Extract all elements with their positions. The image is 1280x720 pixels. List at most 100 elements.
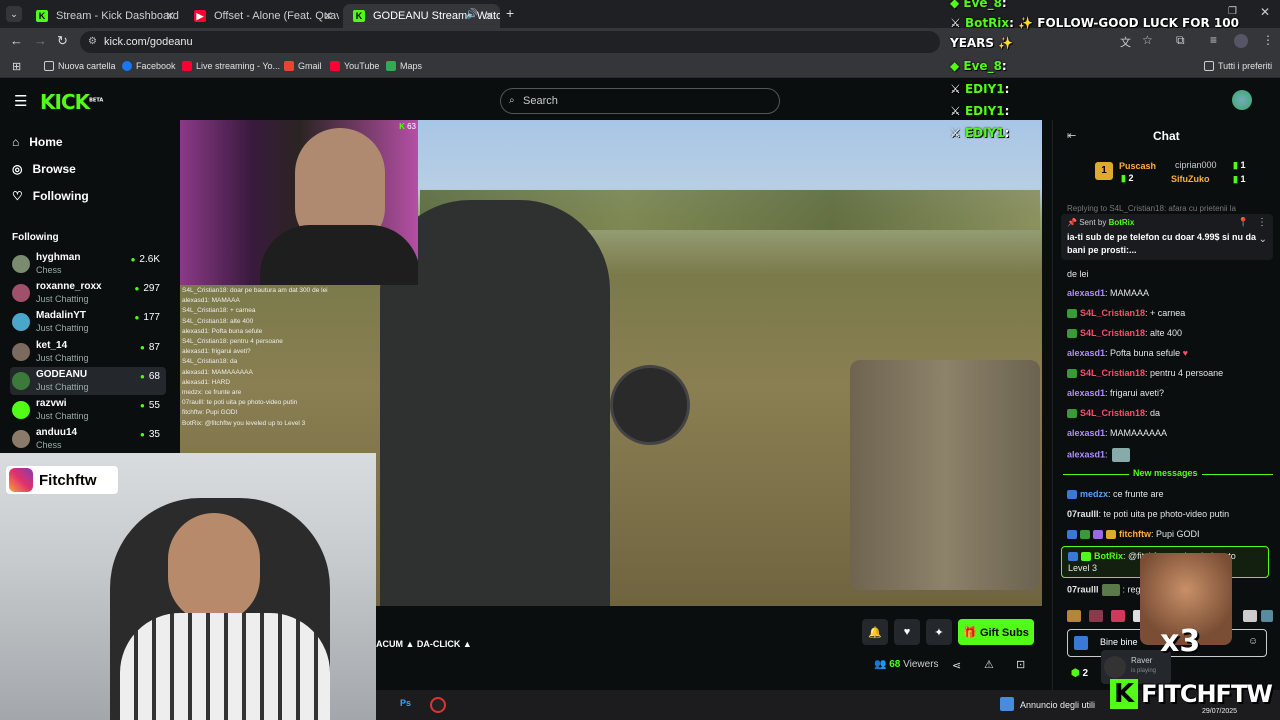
bookmark-facebook[interactable]: Facebook [122,61,176,71]
new-tab-button[interactable]: + [506,5,514,21]
report-icon[interactable]: ⚠ [984,658,994,671]
message-user[interactable]: S4L_Cristian18 [1080,408,1145,418]
message-text: : MAMAAAAAA [1105,428,1168,438]
sidebar-channel[interactable]: GODEANU Just Chatting 68 [10,367,166,395]
hamburger-menu-icon[interactable]: ☰ [14,92,27,110]
tab-kick-dashboard[interactable]: K Stream - Kick Dashboard ✕ [26,4,181,28]
avatar [12,372,30,390]
new-messages-divider[interactable]: New messages [1063,468,1273,480]
sidebar-channel[interactable]: anduu14 Chess 35 [10,425,166,453]
photoshop-taskbar-icon[interactable]: Ps [400,698,411,708]
overlay-text: : [1004,82,1010,96]
message-user[interactable]: medzx [1080,489,1108,499]
taskbar-notice[interactable]: Annuncio degli utili [1020,700,1095,710]
kick-logo[interactable]: KICKBETA [40,90,103,114]
channel-name: ket_14 [36,340,68,351]
nav-home[interactable]: ⌂ Home [12,135,63,149]
follow-heart-button[interactable]: ♥ [894,619,920,645]
viewer-count: 👥 68 Viewers [874,659,939,670]
share-icon[interactable]: ⋖ [952,659,961,672]
message-user[interactable]: alexasd1 [1067,449,1105,459]
channel-viewers: 87 [140,342,160,353]
message-user[interactable]: 07raulll [1067,584,1099,594]
message-user[interactable]: alexasd1 [1067,428,1105,438]
media-icon[interactable]: ≡ [1210,33,1217,47]
nav-following[interactable]: ♡ Following [12,189,89,203]
sidebar-channel[interactable]: ket_14 Just Chatting 87 [10,338,166,366]
sidebar-channel[interactable]: roxanne_roxx Just Chatting 297 [10,279,166,307]
message-user[interactable]: S4L_Cristian18 [1080,308,1145,318]
bookmark-gmail[interactable]: Gmail [284,61,322,71]
translate-icon[interactable]: 文 [1120,34,1131,50]
channel-name: razvwi [36,398,67,409]
emote-icon[interactable] [1243,610,1257,622]
speaker-icon[interactable]: 🔊 [466,9,478,20]
message-user[interactable]: alexasd1 [1067,288,1105,298]
tab-youtube-song[interactable]: ▶ Offset - Alone (Feat. Quavo) (P... ✕ [184,4,339,28]
more-icon[interactable]: ⋮ [1257,217,1267,228]
emote-icon[interactable] [1261,610,1273,622]
bookmark-folder[interactable]: Nuova cartella [44,61,116,71]
kick-emote-icon[interactable] [1074,636,1088,650]
apps-icon[interactable]: ⊞ [12,60,21,73]
back-icon[interactable]: ← [10,33,23,48]
bookmark-youtube[interactable]: YouTube [330,61,379,71]
sidebar-channel[interactable]: MadalinYT Just Chatting 177 [10,308,166,336]
bookmark-star-icon[interactable]: ☆ [1142,33,1153,47]
sidebar-channel[interactable]: hyghman Chess 2.6K [10,250,166,278]
message-user[interactable]: S4L_Cristian18 [1080,368,1145,378]
close-tab-icon[interactable]: ✕ [165,9,175,23]
message-user[interactable]: alexasd1 [1067,348,1105,358]
site-info-icon[interactable]: ⚙ [88,31,97,53]
message-user[interactable]: alexasd1 [1067,388,1105,398]
user-avatar[interactable] [1232,90,1252,110]
message-user[interactable]: BotRix [1094,551,1123,561]
chevron-down-icon[interactable]: ⌄ [1259,234,1267,245]
collapse-chat-icon[interactable]: ⇤ [1067,129,1076,142]
search-input[interactable]: ⌕ Search [500,88,780,114]
menu-icon[interactable]: ⋮ [1262,33,1274,47]
emote-icon[interactable] [1089,610,1103,622]
message-user[interactable]: S4L_Cristian18 [1080,328,1145,338]
notification-bell-button[interactable]: 🔔 [862,619,888,645]
leader-name: ciprian000 [1175,160,1217,170]
close-tab-icon[interactable]: ✕ [484,9,494,23]
profile-icon[interactable] [1234,34,1248,48]
message-user[interactable]: 07raulll [1067,509,1099,519]
bookmark-live-streaming[interactable]: Live streaming - Yo... [182,61,280,71]
avatar [1104,656,1126,678]
reload-icon[interactable]: ↻ [57,33,68,49]
bookmark-maps[interactable]: Maps [386,61,422,71]
avatar [12,255,30,273]
chat-message: alexasd1: [1067,448,1272,462]
emoji-picker-icon[interactable]: ☺ [1248,636,1258,647]
tab-godeanu-stream[interactable]: K GODEANU Stream - Watch... 🔊 ✕ [343,4,500,28]
kick-header: ☰ KICKBETA ⌕ Search [0,80,1280,120]
all-bookmarks[interactable]: Tutti i preferiti [1204,61,1272,71]
pinned-message[interactable]: 📌 Sent by BotRix ia-ti sub de pe telefon… [1061,214,1273,260]
emote-icon[interactable] [1111,610,1125,622]
boost-button[interactable]: ✦ [926,619,952,645]
overlay-user: EDIY1 [964,126,1005,140]
emote-icon[interactable] [1067,610,1081,622]
user-card-icon[interactable]: ⊡ [1016,658,1025,671]
tab-label: Offset - Alone (Feat. Quavo) (P... [214,10,339,22]
overlay-chat-line: alexasd1: HARD [182,378,231,386]
gift-subs-button[interactable]: 🎁 Gift Subs [958,619,1034,645]
nav-browse[interactable]: ◎ Browse [12,162,76,176]
obs-taskbar-icon[interactable] [430,697,446,713]
viewers-value: 68 [889,659,901,670]
close-window-icon[interactable]: ✕ [1260,5,1270,19]
forward-icon[interactable]: → [34,33,47,48]
bot-badge-icon [1081,552,1091,562]
close-tab-icon[interactable]: ✕ [323,9,333,23]
leader-name: SifuZuko [1171,174,1210,184]
message-user[interactable]: fitchftw [1119,529,1151,539]
sidebar-channel[interactable]: razvwi Just Chatting 55 [10,396,166,424]
url-input[interactable]: ⚙ kick.com/godeanu [80,31,940,53]
unpin-icon[interactable]: 📍 [1238,217,1249,228]
extensions-icon[interactable]: ⧉ [1176,33,1185,48]
cam-viewers-value: 63 [407,122,416,131]
points-counter[interactable]: ⬢ 2 [1071,668,1088,679]
tab-search-button[interactable]: ⌄ [6,6,22,22]
